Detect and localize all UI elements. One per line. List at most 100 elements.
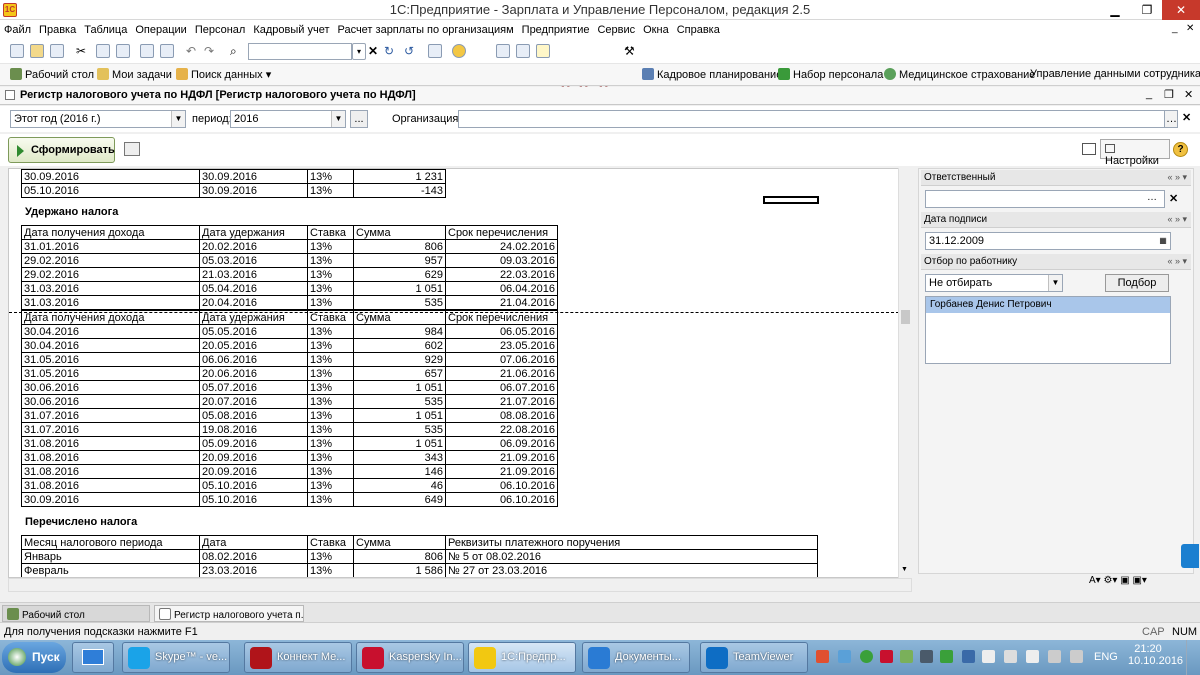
period-more-button[interactable]: ... [350, 110, 368, 128]
table-cell[interactable]: 649 [353, 492, 446, 507]
table-cell[interactable]: 31.08.2016 [21, 478, 200, 493]
tray-power-icon[interactable] [1026, 650, 1039, 663]
column-header[interactable]: Дата удержания [199, 225, 308, 240]
menu-item-3[interactable]: Операции [135, 24, 186, 36]
table-cell[interactable]: 1 051 [353, 380, 446, 395]
table-cell[interactable]: 05.03.2016 [199, 253, 308, 268]
panel-arrows-icon[interactable]: « » ▾ [1167, 214, 1187, 225]
table-cell[interactable]: 13% [307, 267, 354, 282]
table-cell[interactable]: 23.03.2016 [199, 563, 308, 577]
table-cell[interactable]: 29.02.2016 [21, 267, 200, 282]
table-cell[interactable]: 602 [353, 338, 446, 353]
table-cell[interactable]: 1 051 [353, 408, 446, 423]
table-cell[interactable]: 31.01.2016 [21, 239, 200, 254]
tray-flag-icon[interactable] [1004, 650, 1017, 663]
tray-opera-icon[interactable] [880, 650, 893, 663]
medical-insurance-button[interactable]: Медицинское страхование [884, 68, 1035, 81]
responsible-input[interactable] [925, 190, 1165, 208]
menu-item-6[interactable]: Расчет зарплаты по организациям [337, 24, 513, 36]
employee-list-item[interactable]: Горбанев Денис Петрович [926, 297, 1170, 313]
chevron-down-icon[interactable]: ▼ [331, 111, 345, 127]
open-folder-icon[interactable] [30, 44, 44, 58]
report-scrollbar[interactable]: ▼ [898, 168, 912, 578]
tray-app-icon[interactable] [816, 650, 829, 663]
paste-icon[interactable] [116, 44, 130, 58]
column-header[interactable]: Ставка [307, 225, 354, 240]
select-employee-button[interactable]: Подбор [1105, 274, 1169, 292]
table-cell[interactable]: 30.09.2016 [21, 492, 200, 507]
responsible-clear-icon[interactable]: ✕ [1169, 192, 1178, 205]
table-cell[interactable]: 31.07.2016 [21, 408, 200, 423]
copy-icon[interactable] [96, 44, 110, 58]
table-cell[interactable]: 23.05.2016 [445, 338, 558, 353]
table-cell[interactable]: 05.10.2016 [199, 478, 308, 493]
menu-item-8[interactable]: Сервис [597, 24, 635, 36]
settings-button[interactable]: Настройки [1100, 139, 1170, 167]
tools-icon[interactable]: ⚒ [624, 44, 638, 58]
table-cell[interactable]: 05.09.2016 [199, 436, 308, 451]
table-cell[interactable]: 31.08.2016 [21, 436, 200, 451]
table-cell[interactable]: 984 [353, 324, 446, 339]
table-cell[interactable]: 08.02.2016 [199, 549, 308, 564]
column-header[interactable]: Срок перечисления [445, 225, 558, 240]
tray-network-icon[interactable] [838, 650, 851, 663]
panel-tools-icons[interactable]: A▾ ⚙▾ ▣ ▣▾ [1089, 575, 1147, 586]
taskbar-app-5[interactable]: TeamViewer [700, 642, 808, 673]
taskbar-app-2[interactable]: Kaspersky In... [356, 642, 464, 673]
recruit-button[interactable]: Набор персонала [778, 68, 883, 81]
column-header[interactable]: Дата получения дохода [21, 225, 200, 240]
table-cell[interactable]: 09.03.2016 [445, 253, 558, 268]
column-header[interactable]: Ставка [307, 310, 354, 325]
language-indicator[interactable]: ENG [1094, 651, 1118, 663]
table-cell[interactable]: 24.02.2016 [445, 239, 558, 254]
table-cell[interactable]: 31.07.2016 [21, 422, 200, 437]
table-cell[interactable]: 31.08.2016 [21, 450, 200, 465]
help-icon[interactable] [452, 44, 466, 58]
notes-icon[interactable] [536, 44, 550, 58]
table-cell[interactable]: 30.09.2016 [199, 183, 308, 198]
calculator-icon[interactable] [496, 44, 510, 58]
table-cell[interactable]: 13% [307, 450, 354, 465]
table-cell[interactable]: 06.09.2016 [445, 436, 558, 451]
taskbar-app-4[interactable]: Документы... [582, 642, 690, 673]
table-cell[interactable]: 13% [307, 464, 354, 479]
taskbar-app-1[interactable]: Коннект Ме... [244, 642, 352, 673]
table-cell[interactable]: 20.07.2016 [199, 394, 308, 409]
table-cell[interactable]: 21.04.2016 [445, 295, 558, 310]
table-cell[interactable]: 30.04.2016 [21, 324, 200, 339]
menu-item-4[interactable]: Персонал [195, 24, 246, 36]
menu-item-7[interactable]: Предприятие [522, 24, 590, 36]
table-cell[interactable]: № 5 от 08.02.2016 [445, 549, 818, 564]
new-document-icon[interactable] [10, 44, 24, 58]
search-data-button[interactable]: Поиск данных ▾ [176, 68, 271, 81]
chevron-down-icon[interactable]: ▼ [1048, 275, 1062, 291]
menu-item-2[interactable]: Таблица [84, 24, 127, 36]
table-cell[interactable]: 13% [307, 338, 354, 353]
table-cell[interactable]: 13% [307, 253, 354, 268]
table-cell[interactable]: 21.09.2016 [445, 464, 558, 479]
menu-item-0[interactable]: Файл [4, 24, 31, 36]
close-button[interactable]: ✕ [1162, 0, 1200, 20]
column-header[interactable]: Сумма [353, 535, 446, 550]
table-cell[interactable]: 13% [307, 239, 354, 254]
table-cell[interactable]: 06.10.2016 [445, 478, 558, 493]
panel-arrows-icon[interactable]: « » ▾ [1167, 172, 1187, 183]
print-icon[interactable] [140, 44, 154, 58]
table-cell[interactable]: 20.09.2016 [199, 464, 308, 479]
table-cell[interactable]: 13% [307, 394, 354, 409]
table-cell[interactable]: 13% [307, 324, 354, 339]
table-cell[interactable]: 343 [353, 450, 446, 465]
clear-search-icon[interactable]: ✕ [368, 44, 382, 58]
table-cell[interactable]: 1 586 [353, 563, 446, 577]
table-cell[interactable]: 06.05.2016 [445, 324, 558, 339]
mail-app-button[interactable] [72, 642, 114, 673]
tray-green-icon[interactable] [940, 650, 953, 663]
column-header[interactable]: Срок перечисления [445, 310, 558, 325]
table-cell[interactable]: 13% [307, 169, 354, 184]
table-cell[interactable]: 1 051 [353, 281, 446, 296]
table-cell[interactable]: 21.03.2016 [199, 267, 308, 282]
menu-item-1[interactable]: Правка [39, 24, 76, 36]
sign-date-input[interactable]: 31.12.2009 ▦ [925, 232, 1171, 250]
report-spreadsheet[interactable]: 30.09.2016 30.09.2016 13% 1 231 05.10.2016 30… [8, 168, 912, 578]
organization-select-button[interactable]: … [1164, 110, 1178, 128]
